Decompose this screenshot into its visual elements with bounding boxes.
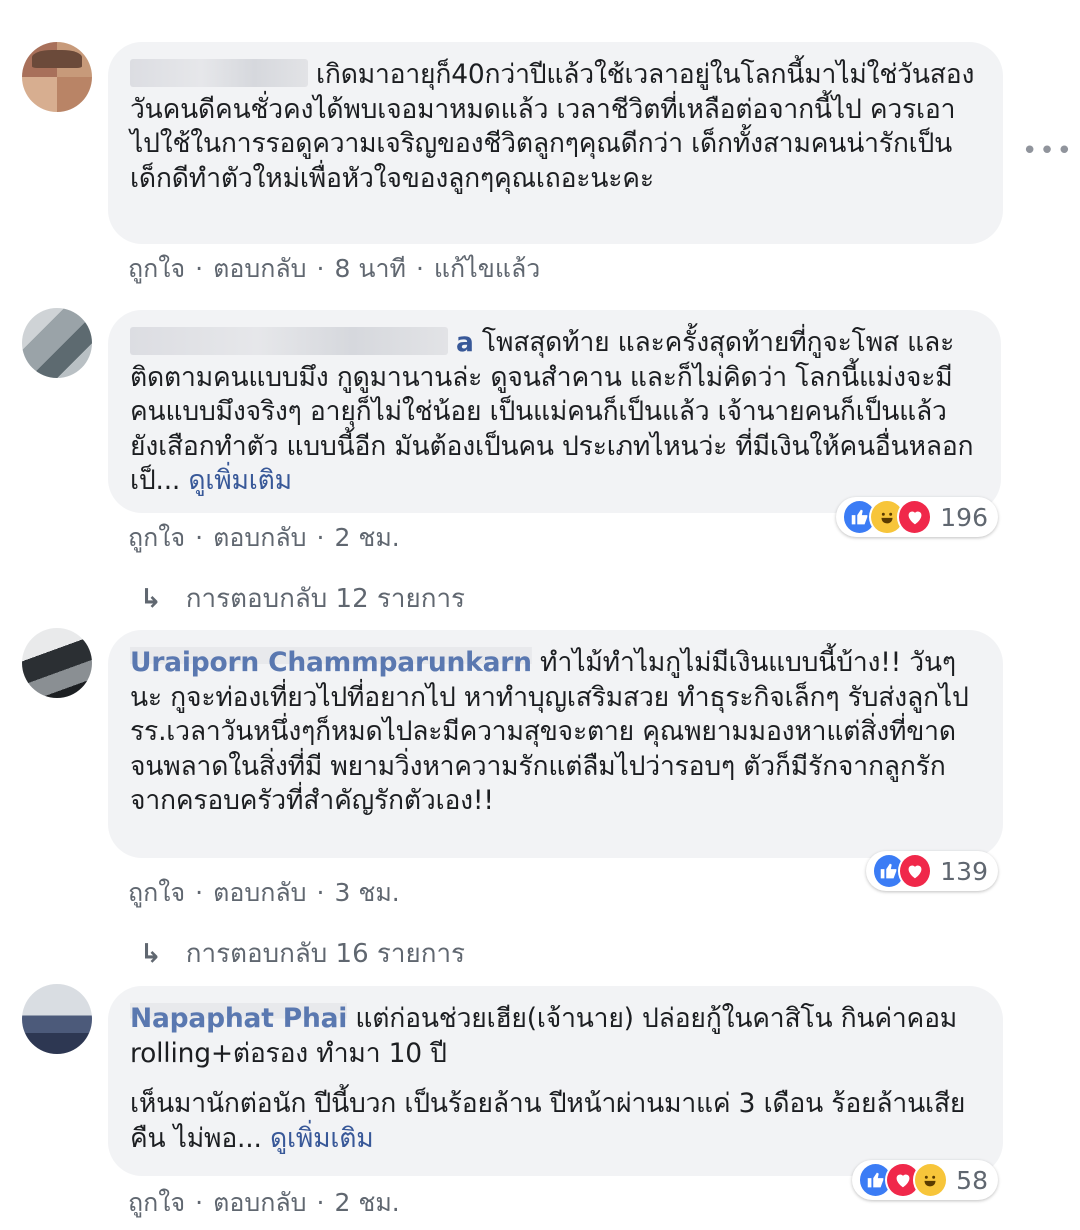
author-name[interactable]: Napaphat Phai [130,1003,347,1034]
avatar[interactable] [22,42,92,112]
view-replies-link[interactable]: ↳ การตอบกลับ 12 รายการ [140,578,465,619]
avatar[interactable] [22,628,92,698]
comment-actions: ถูกใจ · ตอบกลับ · 2 ชม. [128,523,400,552]
see-more-link[interactable]: ดูเพิ่มเติม [270,1123,374,1154]
timestamp[interactable]: 8 นาที [335,254,406,283]
love-reaction-icon [898,853,933,889]
see-more-link[interactable]: ดูเพิ่มเติม [188,465,292,496]
comment-bubble: a โพสสุดท้าย และครั้งสุดท้ายที่กูจะโพส แ… [108,310,1001,513]
view-replies-link[interactable]: ↳ การตอบกลับ 16 รายการ [140,933,465,974]
like-link[interactable]: ถูกใจ [128,254,185,283]
avatar[interactable] [22,984,92,1054]
edited-label[interactable]: แก้ไขแล้ว [434,254,540,283]
timestamp[interactable]: 2 ชม. [335,1188,400,1217]
like-link[interactable]: ถูกใจ [128,1188,185,1217]
comment-actions: ถูกใจ · ตอบกลับ · 2 ชม. [128,1188,400,1217]
author-name[interactable]: a [456,327,474,358]
love-reaction-icon [896,499,933,535]
reaction-summary[interactable]: 58 [852,1160,998,1200]
comment-bubble: เกิดมาอายุก็40กว่าปีแล้วใช้เวลาอยู่ในโลก… [108,42,1003,244]
timestamp[interactable]: 2 ชม. [335,523,400,552]
like-link[interactable]: ถูกใจ [128,878,185,907]
reaction-count: 58 [956,1165,988,1195]
like-link[interactable]: ถูกใจ [128,523,185,552]
comment-actions: ถูกใจ · ตอบกลับ · 3 ชม. [128,878,400,907]
author-name-blurred[interactable] [130,326,448,355]
reply-link[interactable]: ตอบกลับ [213,1188,306,1217]
comment-text-paragraph: เห็นมานักต่อนัก ปีนี้บวก เป็นร้อยล้าน ปี… [130,1088,966,1154]
reaction-summary[interactable]: 196 [836,497,998,537]
more-horizontal-icon[interactable]: ••• [1022,136,1074,166]
timestamp[interactable]: 3 ชม. [335,878,400,907]
reaction-summary[interactable]: 139 [866,851,998,891]
author-name-blurred[interactable] [130,58,308,87]
reaction-count: 139 [940,856,988,886]
author-name[interactable]: Uraiporn Chammparunkarn [130,647,532,678]
comment-actions: ถูกใจ · ตอบกลับ · 8 นาที · แก้ไขแล้ว [128,254,541,283]
reply-arrow-icon: ↳ [140,939,162,969]
comment-bubble: Uraiporn Chammparunkarn ทำไม้ทำไมกูไม่มี… [108,630,1003,858]
avatar[interactable] [22,308,92,378]
reply-arrow-icon: ↳ [140,584,162,614]
reply-link[interactable]: ตอบกลับ [213,254,306,283]
reaction-count: 196 [940,502,988,532]
reply-link[interactable]: ตอบกลับ [213,523,306,552]
reply-link[interactable]: ตอบกลับ [213,878,306,907]
haha-reaction-icon [912,1162,949,1198]
comment-bubble: Napaphat Phai แต่ก่อนช่วยเฮีย(เจ้านาย) ป… [108,986,1003,1176]
